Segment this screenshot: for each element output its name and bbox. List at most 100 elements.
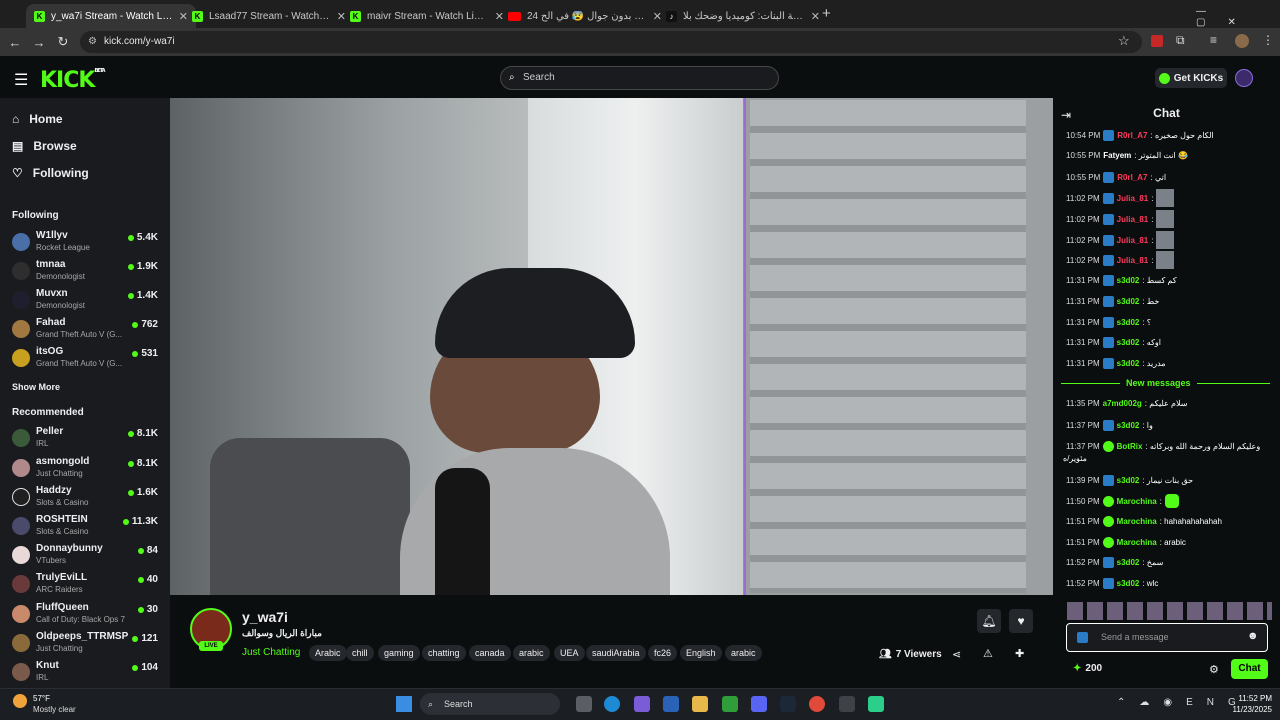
msg-user[interactable]: s3d02 [1117,297,1140,306]
site-info-icon[interactable]: ⚙ [88,31,97,53]
msg-user[interactable]: BotRix [1117,442,1143,451]
msg-user[interactable]: s3d02 [1117,359,1140,368]
user-avatar[interactable] [1235,69,1253,87]
recommended-channel[interactable]: Haddzy Slots & Casino 1.6K [12,485,162,513]
msg-user[interactable]: s3d02 [1117,318,1140,327]
recommended-channel[interactable]: Knut IRL 104 [12,660,162,688]
tag-chip[interactable]: arabic [725,645,762,661]
msg-user[interactable]: s3d02 [1117,276,1140,285]
msg-user[interactable]: Julia_81 [1117,215,1149,224]
msg-user[interactable]: Marochina [1117,497,1157,506]
following-channel[interactable]: itsOG Grand Theft Auto V (G... 531 [12,346,162,374]
chrome-icon[interactable] [809,696,825,712]
channel-points[interactable]: ✦ 200 [1073,663,1102,674]
tab-youtube[interactable]: 24 ساعة بدون جوال 😰 في الح...✕ [500,4,670,28]
msg-user[interactable]: Julia_81 [1117,256,1149,265]
xbox-icon[interactable] [722,696,738,712]
new-tab-button[interactable]: + [822,5,831,22]
msg-user[interactable]: s3d02 [1117,579,1140,588]
tab-ywa7i[interactable]: Ky_wa7i Stream - Watch Live o ✕ [26,4,196,28]
chat-message-input[interactable]: Send a message ☻ [1066,623,1268,652]
tag-chip[interactable]: Arabic [309,645,347,661]
recommended-channel[interactable]: Peller IRL 8.1K [12,426,162,454]
tag-chip[interactable]: canada [469,645,511,661]
msg-user[interactable]: s3d02 [1117,558,1140,567]
msg-user[interactable]: s3d02 [1117,421,1140,430]
follow-heart-button[interactable]: ♥ [1009,609,1033,633]
app-green-icon[interactable] [868,696,884,712]
following-channel[interactable]: Muvxn Demonologist 1.4K [12,288,162,316]
copilot-icon[interactable] [634,696,650,712]
msg-user[interactable]: Fatyem [1103,151,1131,160]
kick-logo[interactable]: KICKBETA [40,68,106,93]
store-icon[interactable] [663,696,679,712]
tag-chip[interactable]: chatting [422,645,466,661]
msg-user[interactable]: Julia_81 [1117,194,1149,203]
tag-chip[interactable]: chill [346,645,374,661]
nav-following[interactable]: ♡ Following [12,166,89,180]
stream-category-link[interactable]: Just Chatting [242,645,300,661]
host-user-icon[interactable]: ✚ [1015,647,1024,660]
tab-lsaad77[interactable]: KLsaad77 Stream - Watch Live o✕ [184,4,354,28]
recommended-channel[interactable]: FluffQueen Call of Duty: Black Ops 7 30 [12,602,162,630]
recommended-channel[interactable]: ROSHTEIN Slots & Casino 11.3K [12,514,162,542]
windows-start-icon[interactable] [396,696,412,712]
reload-icon[interactable]: ↻ [52,34,74,50]
steam-icon[interactable] [780,696,796,712]
hamburger-menu-icon[interactable]: ☰ [14,70,28,90]
video-player[interactable] [170,98,1053,595]
discord-icon[interactable] [751,696,767,712]
msg-user[interactable]: Marochina [1117,517,1157,526]
following-channel[interactable]: Fahad Grand Theft Auto V (G... 762 [12,317,162,345]
emoji-icon[interactable]: ☻ [1247,630,1259,642]
url-field[interactable]: ⚙ kick.com/y-wa7i [80,31,1142,53]
following-channel[interactable]: tmnaa Demonologist 1.9K [12,259,162,287]
share-icon[interactable]: ⋖ [952,648,961,661]
tag-chip[interactable]: fc26 [648,645,678,661]
puzzle-icon[interactable]: ⧉ [1176,33,1185,48]
tag-chip[interactable]: gaming [378,645,420,661]
tag-chip[interactable]: saudiArabia [586,645,646,661]
channel-name-title[interactable]: y_wa7i [242,609,288,625]
bookmark-star-icon[interactable]: ☆ [1118,33,1130,49]
msg-user[interactable]: R0rl_A7 [1117,173,1147,182]
menu-kebab-icon[interactable]: ⋮ [1262,33,1274,47]
edge-icon[interactable] [604,696,620,712]
app-icon[interactable] [839,696,855,712]
recommended-channel[interactable]: Oldpeeps_TTRMSP Just Chatting 121 [12,631,162,659]
msg-user[interactable]: s3d02 [1117,476,1140,485]
file-explorer-icon[interactable] [692,696,708,712]
get-kicks-button[interactable]: Get KICKs [1155,68,1227,88]
send-chat-button[interactable]: Chat [1231,659,1268,679]
tag-chip[interactable]: English [680,645,722,661]
msg-user[interactable]: a7md002g [1103,399,1142,408]
search-input[interactable]: ⌕ Search [500,66,779,90]
recommended-channel[interactable]: asmongold Just Chatting 8.1K [12,456,162,484]
recommended-channel[interactable]: TrulyEviLL ARC Raiders 40 [12,572,162,600]
profile-avatar[interactable] [1235,34,1249,48]
window-controls[interactable]: —▢✕ [1196,6,1280,28]
msg-user[interactable]: Marochina [1117,538,1157,547]
back-icon[interactable]: ← [4,35,26,50]
downloads-icon[interactable]: ≡ [1210,33,1217,47]
weather-icon[interactable] [13,694,27,708]
extension-icon[interactable] [1151,35,1163,47]
tab-maivr[interactable]: Kmaivr Stream - Watch Live on K✕ [342,4,512,28]
task-view-icon[interactable] [576,696,592,712]
msg-user[interactable]: Julia_81 [1117,236,1149,245]
show-more-link[interactable]: Show More [12,382,60,392]
tag-chip[interactable]: UEA [554,645,585,661]
close-icon[interactable]: ✕ [811,10,820,23]
taskbar-search[interactable]: ⌕ Search [420,693,560,715]
emote-bar[interactable] [1067,602,1272,620]
nav-home[interactable]: ⌂ Home [12,112,63,126]
msg-user[interactable]: s3d02 [1117,338,1140,347]
chat-settings-gear-icon[interactable]: ⚙ [1209,663,1219,676]
report-warning-icon[interactable]: ⚠ [983,647,993,660]
recommended-channel[interactable]: Donnaybunny VTubers 84 [12,543,162,571]
msg-user[interactable]: R0rl_A7 [1117,131,1147,140]
nav-browse[interactable]: ▤ Browse [12,139,77,153]
notification-bell-button[interactable]: 🔔︎ [977,609,1001,633]
forward-icon[interactable]: → [28,35,50,50]
following-channel[interactable]: W1llyv Rocket League 5.4K [12,230,162,258]
